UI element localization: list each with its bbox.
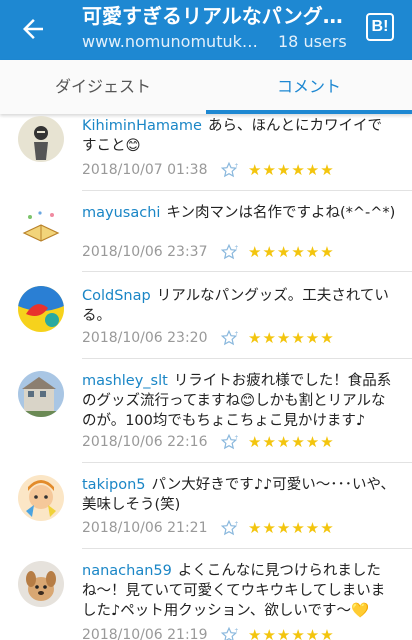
avatar[interactable]	[18, 475, 64, 521]
user-count: 18 users	[278, 32, 347, 51]
add-star-icon[interactable]: +	[220, 626, 238, 640]
svg-text:+: +	[234, 244, 238, 251]
comment-text: キン肉マンは名作ですよね(*^-^*)	[166, 205, 396, 221]
comment-list[interactable]: KihiminHamame あら、ほんとにカワイイですこと😊 2018/10/07…	[0, 114, 412, 640]
comment-username[interactable]: mayusachi	[82, 205, 160, 221]
comment-date: 2018/10/06 21:21	[82, 520, 208, 536]
tab-comments[interactable]: コメント	[206, 60, 412, 114]
star-rating: ★★★★★★	[248, 519, 335, 537]
add-star-icon[interactable]: +	[220, 329, 238, 347]
add-star-icon[interactable]: +	[220, 243, 238, 261]
tab-bar: ダイジェスト コメント	[0, 60, 412, 114]
comment-username[interactable]: nanachan59	[82, 563, 172, 579]
svg-text:+: +	[234, 330, 238, 337]
comment-date: 2018/10/06 21:19	[82, 627, 208, 640]
app-bar: 可愛すぎるリアルなパング… www.nomunomutuk… 18 users …	[0, 0, 412, 60]
comment-username[interactable]: takipon5	[82, 477, 146, 493]
svg-text:+: +	[234, 434, 238, 441]
star-rating: ★★★★★★	[248, 161, 335, 179]
add-star-icon[interactable]: +	[220, 161, 238, 179]
avatar[interactable]	[18, 561, 64, 607]
comment-date: 2018/10/06 22:16	[82, 434, 208, 450]
hatena-bookmark-logo-button[interactable]: B!	[366, 13, 394, 41]
avatar[interactable]	[18, 371, 64, 417]
comment-username[interactable]: ColdSnap	[82, 288, 151, 304]
star-rating: ★★★★★★	[248, 329, 335, 347]
star-rating: ★★★★★★	[248, 626, 335, 640]
comment-date: 2018/10/06 23:37	[82, 244, 208, 260]
tab-digest[interactable]: ダイジェスト	[0, 60, 206, 114]
divider	[82, 462, 412, 463]
add-star-icon[interactable]: +	[220, 433, 238, 451]
divider	[82, 271, 412, 272]
add-star-icon[interactable]: +	[220, 519, 238, 537]
star-rating: ★★★★★★	[248, 433, 335, 451]
avatar[interactable]	[18, 286, 64, 332]
comment-username[interactable]: mashley_slt	[82, 373, 168, 389]
star-rating: ★★★★★★	[248, 243, 335, 261]
divider	[82, 548, 412, 549]
comment-username[interactable]: KihiminHamame	[82, 118, 202, 134]
comment-date: 2018/10/07 01:38	[82, 162, 208, 178]
page-title: 可愛すぎるリアルなパング…	[82, 4, 343, 28]
divider	[82, 358, 412, 359]
arrow-left-icon[interactable]	[18, 14, 48, 44]
svg-text:+: +	[234, 162, 238, 169]
page-url[interactable]: www.nomunomutuk…	[82, 31, 264, 53]
avatar[interactable]	[18, 116, 64, 162]
svg-text:+: +	[234, 627, 238, 634]
avatar[interactable]	[18, 203, 64, 249]
svg-text:+: +	[234, 520, 238, 527]
divider	[82, 190, 412, 191]
comment-date: 2018/10/06 23:20	[82, 330, 208, 346]
